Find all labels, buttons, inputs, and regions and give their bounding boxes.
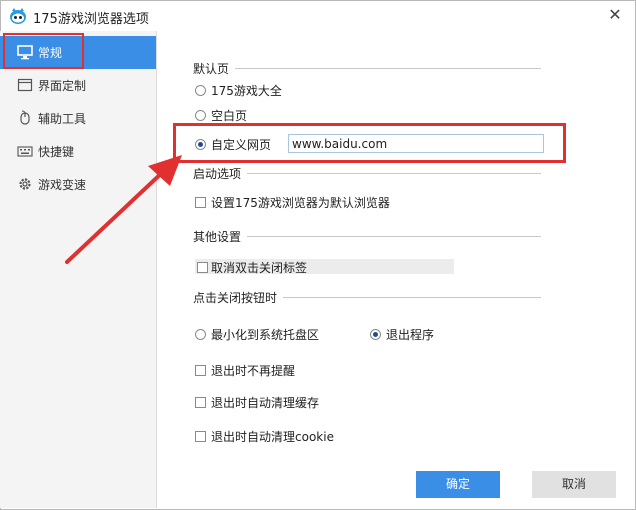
checkbox[interactable] [197,262,208,273]
checkbox-option-clear-cookie[interactable]: 退出时自动清理cookie [195,428,395,444]
annotation-box-custom-page [173,123,566,163]
section-title-startup: 启动选项 [193,165,248,182]
sidebar: 常规 界面定制 辅助工具 快捷键 游戏变速 [0,31,157,508]
sidebar-item-label: 界面定制 [38,79,87,93]
radio-button[interactable] [195,329,206,340]
checkbox-label: 退出时自动清理cookie [211,430,334,444]
settings-panel: 默认页 175游戏大全 空白页 自定义网页 启动选项 设置175游戏浏览器为默认… [157,31,634,508]
sidebar-item-tools[interactable]: 辅助工具 [0,102,156,135]
checkbox[interactable] [195,197,206,208]
checkbox-label: 退出时自动清理缓存 [211,396,320,410]
radio-label: 最小化到系统托盘区 [211,328,320,342]
section-divider [193,68,541,69]
annotation-box-sidebar [3,33,84,69]
radio-option-minimize-tray[interactable]: 最小化到系统托盘区 [195,326,355,342]
window-title: 175游戏浏览器选项 [33,12,149,27]
radio-label: 175游戏大全 [211,84,282,98]
sidebar-item-ui-custom[interactable]: 界面定制 [0,69,156,102]
radio-option-175-games[interactable]: 175游戏大全 [195,82,395,98]
sidebar-item-label: 快捷键 [38,145,75,159]
checkbox[interactable] [195,397,206,408]
radio-option-exit-program[interactable]: 退出程序 [370,326,470,342]
checkbox[interactable] [195,365,206,376]
sidebar-item-label: 游戏变速 [38,178,87,192]
radio-button-checked[interactable] [370,329,381,340]
window-icon [17,78,33,92]
checkbox-option-set-default-browser[interactable]: 设置175游戏浏览器为默认浏览器 [195,194,435,210]
radio-button[interactable] [195,85,206,96]
ok-button[interactable]: 确定 [416,471,500,498]
checkbox[interactable] [195,431,206,442]
radio-label: 空白页 [211,109,248,123]
sidebar-item-shortcuts[interactable]: 快捷键 [0,135,156,168]
close-button[interactable]: ✕ [605,5,625,25]
checkbox-label: 退出时不再提醒 [211,364,296,378]
checkbox-label: 取消双击关闭标签 [211,261,308,275]
close-icon: ✕ [608,5,622,24]
radio-button[interactable] [195,110,206,121]
checkbox-label: 设置175游戏浏览器为默认浏览器 [211,196,390,210]
sidebar-item-label: 辅助工具 [38,112,87,126]
sidebar-item-game-speed[interactable]: 游戏变速 [0,168,156,201]
section-title-other: 其他设置 [193,228,248,245]
gear-icon [19,178,31,190]
checkbox-option-cancel-dblclick[interactable]: 取消双击关闭标签 [197,259,397,275]
radio-label: 退出程序 [386,328,435,342]
keyboard-icon [17,146,33,157]
app-logo-icon [10,8,26,24]
radio-option-blank-page[interactable]: 空白页 [195,107,395,123]
title-bar: 175游戏浏览器选项 ✕ [1,1,635,31]
section-title-close-button: 点击关闭按钮时 [193,289,284,306]
checkbox-option-no-remind[interactable]: 退出时不再提醒 [195,362,355,378]
section-title-default-page: 默认页 [193,60,236,77]
checkbox-option-clear-cache[interactable]: 退出时自动清理缓存 [195,394,375,410]
mouse-icon [20,110,30,125]
cancel-button[interactable]: 取消 [532,471,616,498]
